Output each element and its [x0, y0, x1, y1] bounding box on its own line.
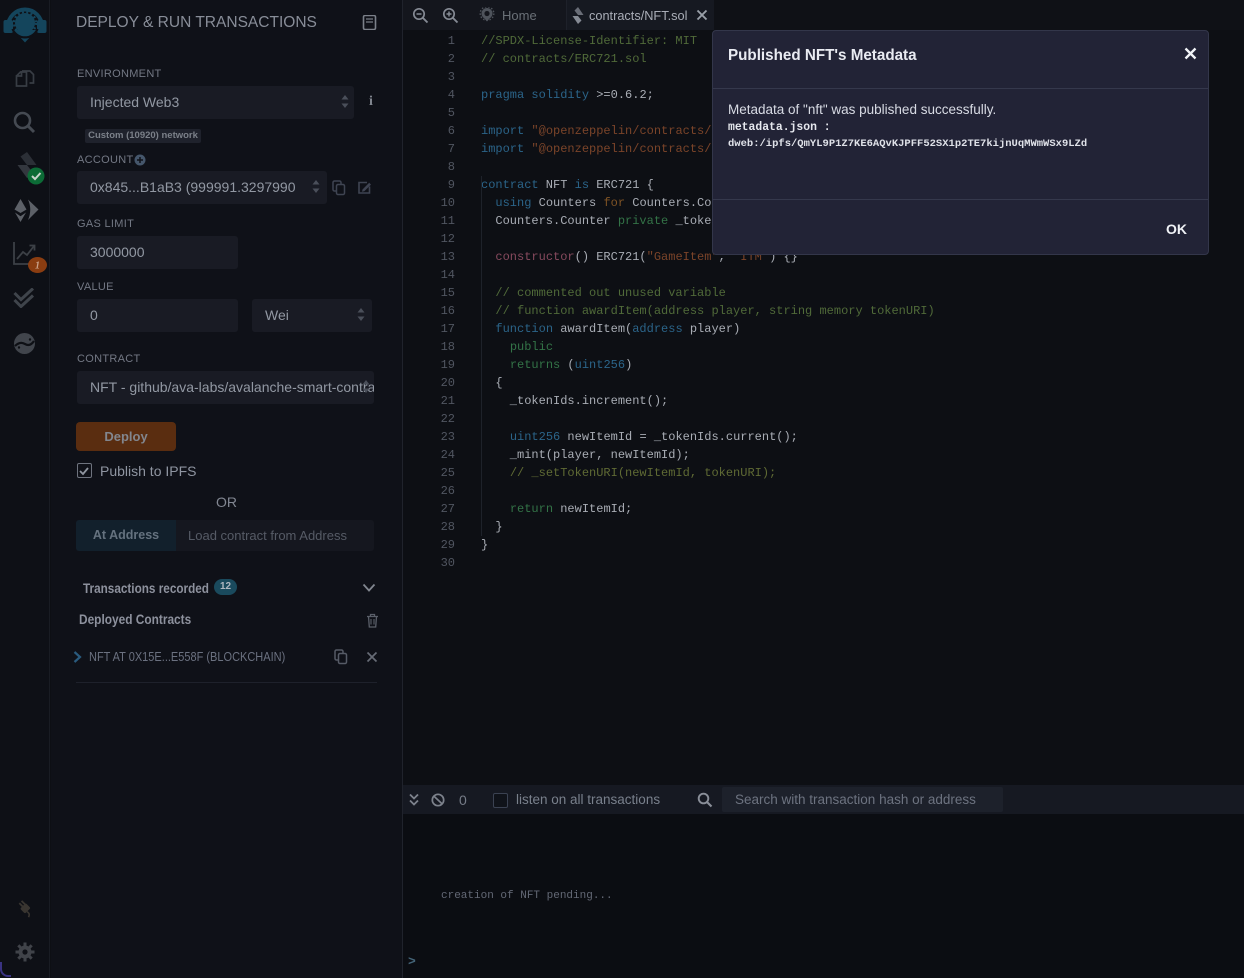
- svg-text:1: 1: [35, 261, 40, 272]
